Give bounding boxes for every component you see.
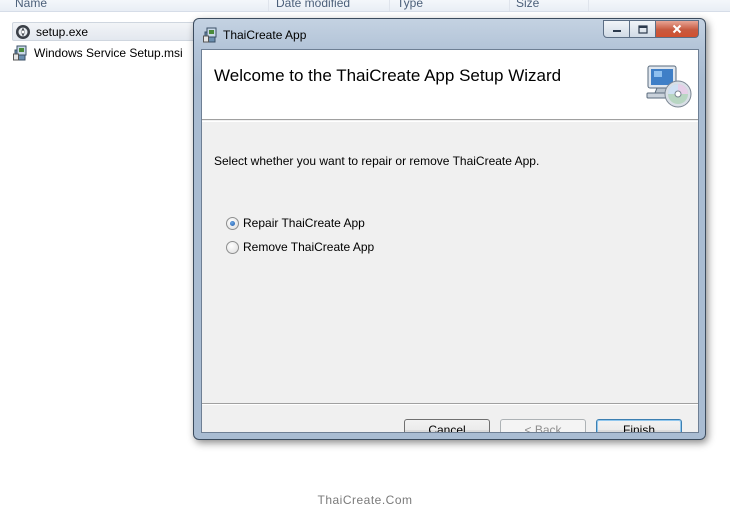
- close-button[interactable]: [656, 20, 699, 38]
- back-button[interactable]: < Back: [500, 419, 586, 432]
- computer-cd-icon: [645, 63, 693, 109]
- wizard-heading: Welcome to the ThaiCreate App Setup Wiza…: [214, 66, 562, 85]
- file-name: setup.exe: [36, 24, 89, 39]
- minimize-button[interactable]: [603, 20, 630, 38]
- file-name: Windows Service Setup.msi: [34, 45, 183, 60]
- app-package-icon[interactable]: [203, 27, 219, 43]
- option-remove[interactable]: Remove ThaiCreate App: [226, 240, 374, 254]
- column-type[interactable]: Type: [397, 0, 423, 11]
- banner-divider: [202, 121, 698, 122]
- footer-divider: [202, 403, 698, 405]
- caption-buttons: [603, 20, 699, 38]
- window-title: ThaiCreate App: [223, 28, 307, 42]
- maximize-icon: [637, 24, 648, 34]
- repair-radio[interactable]: [226, 216, 239, 230]
- setup-wizard-window: ThaiCreate App Welcome to the ThaiCreate…: [193, 18, 706, 440]
- column-name[interactable]: Name: [15, 0, 47, 11]
- option-repair[interactable]: Repair ThaiCreate App: [226, 216, 365, 230]
- file-list-header: Name Date modified Type Size: [0, 0, 730, 12]
- column-divider[interactable]: [588, 0, 589, 11]
- file-item-setup-exe[interactable]: setup.exe: [12, 22, 202, 41]
- msi-package-icon: [13, 45, 29, 61]
- cancel-button[interactable]: Cancel: [404, 419, 490, 432]
- maximize-button[interactable]: [630, 20, 656, 38]
- title-bar[interactable]: ThaiCreate App: [194, 19, 705, 49]
- instruction-text: Select whether you want to repair or rem…: [214, 154, 540, 168]
- file-item-msi[interactable]: Windows Service Setup.msi: [13, 43, 183, 62]
- watermark-text: ThaiCreate.Com: [317, 493, 413, 507]
- column-date-modified[interactable]: Date modified: [276, 0, 350, 11]
- wizard-client-area: Welcome to the ThaiCreate App Setup Wiza…: [201, 49, 699, 433]
- minimize-icon: [612, 30, 621, 32]
- remove-label[interactable]: Remove ThaiCreate App: [243, 240, 374, 254]
- column-size[interactable]: Size: [516, 0, 539, 11]
- setup-exe-icon: [15, 24, 31, 40]
- column-divider[interactable]: [389, 0, 390, 11]
- repair-label[interactable]: Repair ThaiCreate App: [243, 216, 365, 230]
- column-divider[interactable]: [509, 0, 510, 11]
- remove-radio[interactable]: [226, 240, 239, 254]
- column-divider[interactable]: [268, 0, 269, 11]
- finish-button[interactable]: Finish: [596, 419, 682, 432]
- wizard-banner: Welcome to the ThaiCreate App Setup Wiza…: [202, 50, 698, 120]
- close-icon: [672, 24, 682, 34]
